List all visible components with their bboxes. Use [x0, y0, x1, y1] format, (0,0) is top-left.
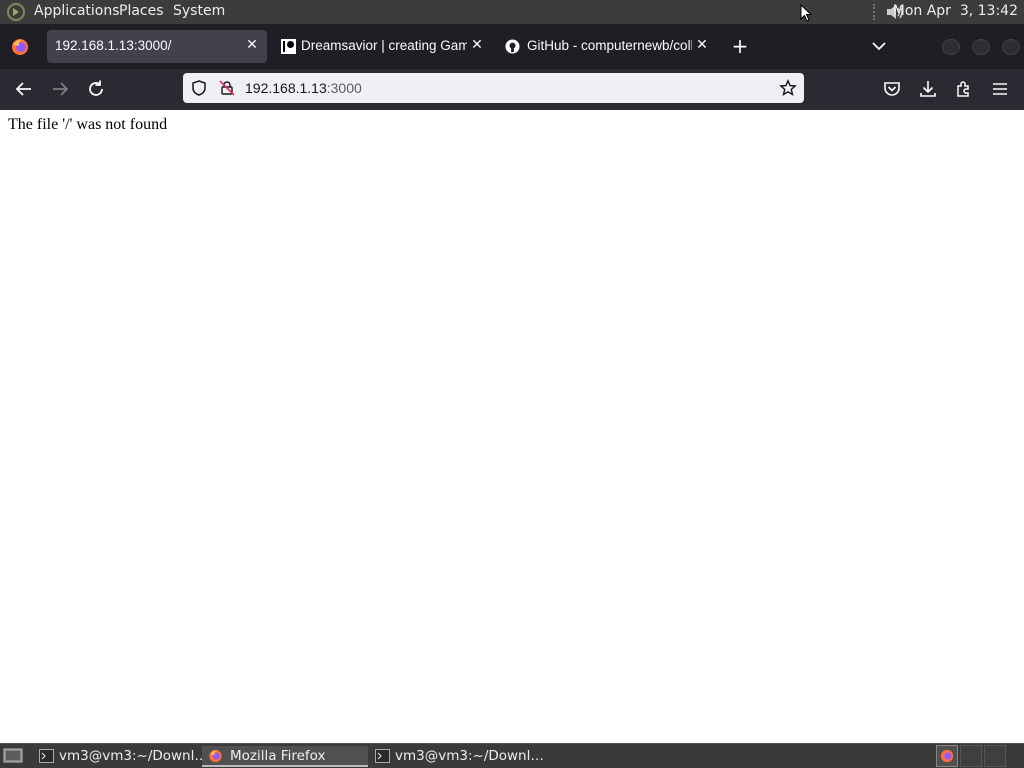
navigation-toolbar: 192.168.1.13:3000: [0, 69, 1024, 110]
tab-strip: 192.168.1.13:3000/ ✕ Dreamsavior | creat…: [0, 24, 1024, 69]
url-bar[interactable]: 192.168.1.13:3000: [183, 73, 804, 103]
reload-icon[interactable]: [85, 78, 107, 100]
window-minimize-button[interactable]: [942, 39, 960, 55]
tab-label: GitHub - computernewb/coll: [527, 38, 692, 53]
taskbar-item-label: vm3@vm3:~/Downl…: [59, 748, 208, 764]
bottom-taskbar: vm3@vm3:~/Downl… Mozilla Firefox vm3@vm3…: [0, 743, 1024, 768]
firefox-icon: [209, 749, 222, 763]
tab-github[interactable]: GitHub - computernewb/coll ✕: [497, 30, 717, 63]
extensions-puzzle-icon[interactable]: [953, 78, 975, 100]
firefox-view-icon[interactable]: [10, 37, 30, 57]
terminal-icon: [39, 749, 54, 763]
panel-separator: [873, 4, 878, 20]
pocket-icon[interactable]: [881, 78, 903, 100]
github-icon: [505, 39, 520, 54]
close-icon[interactable]: ✕: [468, 36, 486, 54]
mouse-cursor-icon: [800, 4, 813, 22]
hamburger-menu-icon[interactable]: [989, 78, 1011, 100]
close-icon[interactable]: ✕: [693, 36, 711, 54]
window-maximize-button[interactable]: [972, 39, 990, 55]
taskbar-item-label: vm3@vm3:~/Downl…: [395, 748, 544, 764]
menu-places[interactable]: Places: [119, 3, 164, 19]
tab-dreamsavior[interactable]: Dreamsavior | creating Gam ✕: [273, 30, 493, 63]
taskbar-item-firefox[interactable]: Mozilla Firefox: [202, 746, 368, 767]
patreon-icon: [281, 39, 296, 54]
not-found-message: The file '/' was not found: [8, 116, 168, 133]
show-desktop-icon[interactable]: [3, 748, 23, 764]
workspace-3[interactable]: [984, 745, 1006, 767]
tab-label: 192.168.1.13:3000/: [55, 38, 172, 53]
url-text[interactable]: 192.168.1.13:3000: [245, 80, 362, 96]
taskbar-item-label: Mozilla Firefox: [230, 748, 326, 764]
panel-clock[interactable]: Mon Apr 3, 13:42: [893, 3, 1018, 19]
list-all-tabs-chevron-icon[interactable]: [871, 40, 887, 52]
page-content: The file '/' was not found: [0, 110, 1024, 743]
new-tab-plus-icon[interactable]: +: [731, 34, 749, 58]
url-host: 192.168.1.13: [245, 80, 327, 96]
taskbar-item-terminal[interactable]: vm3@vm3:~/Downl…: [369, 746, 544, 767]
workspace-2[interactable]: [960, 745, 982, 767]
menu-applications[interactable]: Applications: [34, 3, 120, 19]
url-port: :3000: [326, 80, 362, 96]
gnome-foot-icon[interactable]: [6, 2, 26, 22]
insecure-lock-icon[interactable]: [219, 80, 235, 96]
firefox-icon: [940, 749, 954, 763]
tab-label: Dreamsavior | creating Gam: [301, 38, 467, 53]
close-icon[interactable]: ✕: [243, 36, 261, 54]
bookmark-star-icon[interactable]: [779, 79, 797, 97]
forward-arrow-icon[interactable]: [49, 78, 71, 100]
window-close-button[interactable]: [1002, 39, 1020, 55]
menu-system[interactable]: System: [173, 3, 225, 19]
tracking-protection-shield-icon[interactable]: [191, 80, 207, 96]
workspace-switcher[interactable]: [936, 745, 958, 767]
terminal-icon: [375, 749, 390, 763]
back-arrow-icon[interactable]: [13, 78, 35, 100]
tab-local-server[interactable]: 192.168.1.13:3000/ ✕: [47, 30, 267, 63]
taskbar-item-terminal[interactable]: vm3@vm3:~/Downl…: [33, 746, 208, 767]
downloads-icon[interactable]: [917, 78, 939, 100]
top-panel: Applications Places System Mon Apr 3, 13…: [0, 0, 1024, 24]
